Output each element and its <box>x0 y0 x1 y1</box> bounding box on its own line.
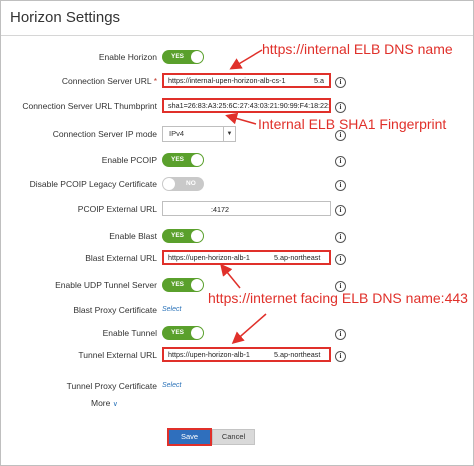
annotation-arrows <box>220 49 267 344</box>
arrow-to-tunnel-url <box>231 313 267 344</box>
arrow-to-blast-url <box>220 263 241 289</box>
arrow-to-thumbprint <box>225 112 257 125</box>
arrow-to-connection-url <box>229 49 263 70</box>
